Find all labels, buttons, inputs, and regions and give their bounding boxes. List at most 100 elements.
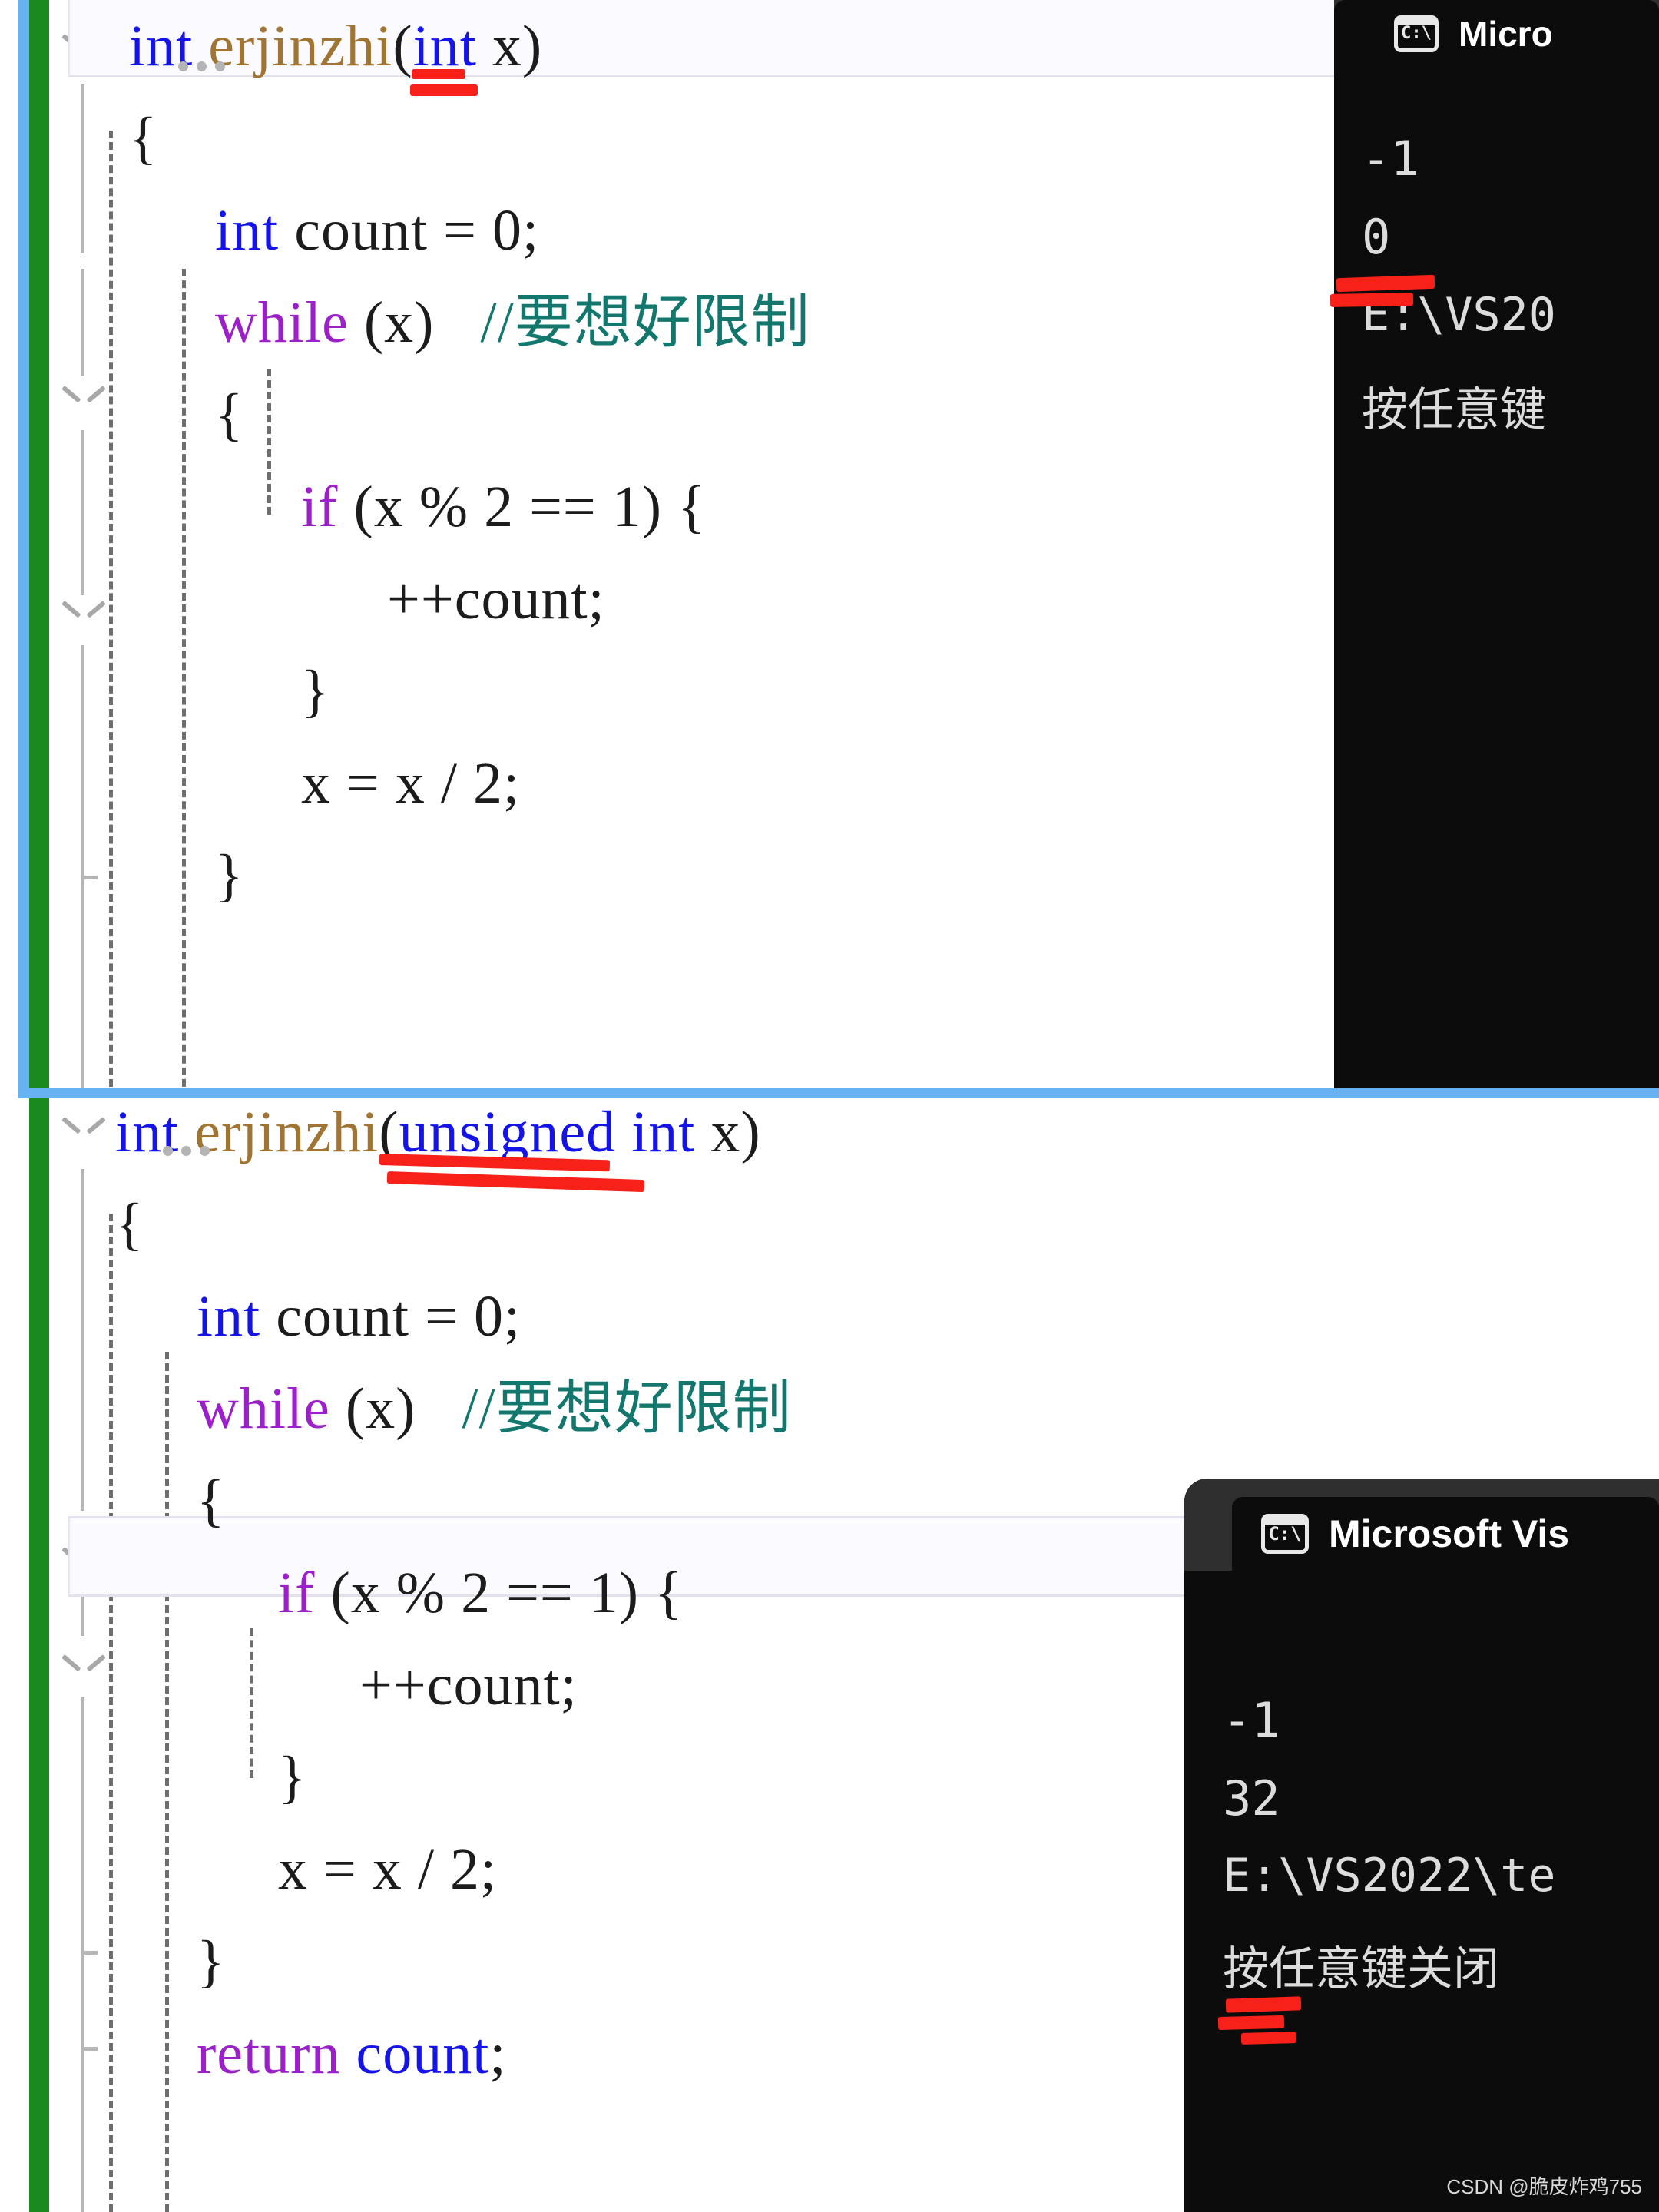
change-marker-bar-top [29,0,49,1098]
code-line[interactable]: { [115,1189,144,1260]
console-output-line: 按任意键关闭 [1223,1942,1499,1996]
indent-guide [165,1352,169,2212]
code-token: { [197,1469,226,1533]
code-token: if [301,475,339,539]
console-title-bottom: Microsoft Vis [1329,1512,1570,1555]
code-token: 2 [472,751,503,816]
console-window-bottom[interactable]: C:\ Microsoft Vis -1 32 E:\VS2022\te 按任意… [1184,1479,1659,2212]
red-underline-mark [410,84,478,96]
code-token: 2 [484,475,515,539]
screenshot-root: int erjinzhi(int x){int count = 0; while … [0,0,1659,2212]
code-line[interactable]: { [197,1465,225,1536]
code-token: //要想好限制 [480,290,810,355]
code-editor-pane-bottom[interactable]: int erjinzhi(unsigned int x){int count =… [0,1098,1659,2212]
code-editor-pane-top[interactable]: int erjinzhi(int x){int count = 0; while … [0,0,1659,1098]
indent-guide [109,1214,113,2212]
code-line[interactable]: ++count; [359,1650,578,1720]
code-token: (x) [348,290,481,355]
code-token: 0 [473,1284,504,1349]
code-token: 0 [492,198,522,263]
indent-guide [267,369,271,515]
fold-chevron-icon[interactable] [66,1115,101,1138]
code-line[interactable]: } [301,656,329,727]
code-line[interactable]: if (x % 2 == 1) { [278,1558,684,1628]
console-output-line: 按任意键 [1362,383,1546,437]
code-token: (x % [315,1561,462,1625]
code-token: } [215,843,244,908]
code-line[interactable]: { [129,103,157,174]
fold-region-line [81,1697,84,1951]
code-line[interactable]: } [215,840,243,911]
code-token: } [278,1745,307,1810]
code-line[interactable]: { [215,379,243,450]
code-token: //要想好限制 [462,1376,792,1441]
console-titlebar-bottom[interactable]: C:\ Microsoft Vis [1184,1479,1659,1571]
code-token: { [115,1192,144,1257]
code-line[interactable]: while (x) //要想好限制 [215,287,810,358]
fold-chevron-icon[interactable] [66,384,101,407]
indent-guide [250,1628,253,1778]
code-line[interactable]: x = x / 2; [301,748,520,819]
fold-region-line [81,269,84,376]
console-tab-top[interactable]: C:\ Micro [1334,0,1659,68]
code-token: ; [502,751,521,816]
indent-guide [109,131,113,1098]
code-line[interactable]: ++count; [387,564,605,634]
red-mark-console-top [1330,293,1414,307]
code-token: 2 [449,1837,480,1902]
red-underline-mark [412,69,465,79]
fold-chevron-icon[interactable] [66,599,101,622]
code-token: erjinzhi [194,1100,379,1164]
code-token: ++count; [359,1653,578,1717]
code-token: ; [489,2022,507,2086]
code-line[interactable]: x = x / 2; [278,1834,497,1905]
console-output-line: -1 [1223,1692,1280,1748]
fold-region-line [81,84,84,253]
code-token: x = x / [301,751,473,816]
indent-guide [182,269,186,1098]
code-token: x) [695,1100,761,1164]
code-token: ( [392,14,413,78]
code-line[interactable]: } [197,1926,225,1997]
code-line[interactable]: int count = 0; [215,195,539,266]
console-output-line: E:\VS2022\te [1223,1849,1556,1902]
console-window-top[interactable]: C:\ Micro -1 0 E:\VS20 按任意键 [1334,0,1659,1088]
fold-region-line [81,1169,84,1511]
console-output-line: 32 [1223,1770,1280,1826]
code-line[interactable]: int count = 0; [197,1281,521,1352]
code-line[interactable]: } [278,1742,306,1813]
code-token: return [197,2022,341,2086]
rename-suggestion-dots-icon[interactable] [178,61,225,71]
fold-region-line [81,1955,84,2047]
code-token: (x) [329,1376,462,1441]
code-token: ) { [641,475,707,539]
red-mark-console-bottom [1240,2032,1297,2045]
code-token: x = x / [278,1837,450,1902]
code-token: int [215,198,280,263]
console-output-line: 0 [1362,209,1391,265]
code-token: == [514,475,612,539]
code-token: count [356,2022,490,2086]
rename-suggestion-dots-icon[interactable] [163,1146,210,1156]
csdn-watermark: CSDN @脆皮炸鸡755 [1446,2175,1642,2198]
code-token: 2 [461,1561,492,1625]
code-line[interactable]: if (x % 2 == 1) { [301,472,707,542]
code-token: erjinzhi [208,14,393,78]
code-line[interactable]: return count; [197,2018,506,2089]
fold-chevron-icon[interactable] [66,1653,101,1676]
console-output-line: -1 [1362,131,1419,187]
code-token: { [129,106,158,171]
code-token: while [197,1376,330,1441]
fold-region-line [81,645,84,876]
code-line[interactable]: while (x) //要想好限制 [197,1373,792,1444]
fold-region-line [81,2051,84,2212]
console-tab-bottom[interactable]: C:\ Microsoft Vis [1232,1497,1659,1571]
code-token: == [491,1561,589,1625]
code-token: x) [476,14,543,78]
cmd-icon-label: C:\ [1268,1523,1302,1545]
cmd-prompt-icon: C:\ [1394,15,1439,52]
code-token: ++count; [387,567,605,631]
console-titlebar-top[interactable]: C:\ Micro [1334,0,1659,68]
